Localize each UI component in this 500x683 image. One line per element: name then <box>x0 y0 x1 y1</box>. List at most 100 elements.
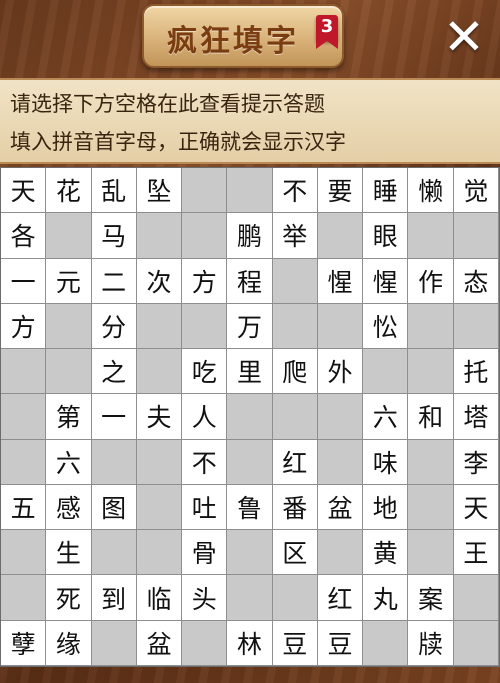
grid-blocked-cell <box>272 303 318 350</box>
grid-blocked-cell <box>1 575 47 621</box>
grid-letter-cell[interactable]: 红 <box>317 575 364 621</box>
grid-letter-cell[interactable]: 元 <box>46 258 92 304</box>
grid-letter-cell[interactable]: 和 <box>408 394 454 440</box>
grid-letter-cell[interactable]: 豆 <box>317 620 364 666</box>
grid-letter-cell[interactable]: 二 <box>91 258 137 304</box>
grid-letter-cell[interactable]: 万 <box>227 303 273 350</box>
grid-letter-cell[interactable]: 王 <box>453 530 499 576</box>
hint-instruction-select: 请选择下方空格在此查看提示答题 <box>10 92 325 116</box>
grid-letter-cell[interactable]: 一 <box>1 258 47 304</box>
grid-letter-cell[interactable]: 五 <box>1 484 47 531</box>
grid-letter-cell[interactable]: 牍 <box>408 620 454 666</box>
grid-letter-cell[interactable]: 地 <box>363 484 409 531</box>
grid-letter-cell[interactable]: 外 <box>317 349 364 395</box>
grid-letter-cell[interactable]: 鲁 <box>227 484 273 531</box>
grid-letter-cell[interactable]: 红 <box>272 439 318 485</box>
grid-letter-cell[interactable]: 不 <box>272 168 318 214</box>
grid-letter-cell[interactable]: 分 <box>91 303 137 350</box>
grid-letter-cell[interactable]: 作 <box>408 258 454 304</box>
grid-letter-cell[interactable]: 案 <box>408 575 454 621</box>
grid-letter-cell[interactable]: 一 <box>91 394 137 440</box>
grid-blocked-cell <box>453 213 499 259</box>
grid-letter-cell[interactable]: 区 <box>272 530 318 576</box>
grid-letter-cell[interactable]: 生 <box>46 530 92 576</box>
grid-letter-cell[interactable]: 天 <box>1 168 47 214</box>
grid-letter-cell[interactable]: 缘 <box>46 620 92 666</box>
grid-blocked-cell <box>408 439 454 485</box>
grid-letter-cell[interactable]: 六 <box>46 439 92 485</box>
grid-letter-cell[interactable]: 惺 <box>363 258 409 304</box>
grid-blocked-cell <box>408 213 454 259</box>
grid-blocked-cell <box>363 620 409 666</box>
grid-blocked-cell <box>46 349 92 395</box>
grid-letter-cell[interactable]: 觉 <box>453 168 499 214</box>
grid-blocked-cell <box>453 620 499 666</box>
grid-letter-cell[interactable]: 夫 <box>136 394 183 440</box>
grid-letter-cell[interactable]: 坠 <box>136 168 183 214</box>
grid-blocked-cell <box>317 439 364 485</box>
grid-blocked-cell <box>46 303 92 350</box>
grid-letter-cell[interactable]: 方 <box>1 303 47 350</box>
grid-letter-cell[interactable]: 头 <box>182 575 228 621</box>
grid-blocked-cell <box>182 213 228 259</box>
grid-letter-cell[interactable]: 各 <box>1 213 47 259</box>
grid-letter-cell[interactable]: 骨 <box>182 530 228 576</box>
grid-blocked-cell <box>182 303 228 350</box>
close-button[interactable]: ✕ <box>438 12 490 64</box>
grid-letter-cell[interactable]: 味 <box>363 439 409 485</box>
grid-letter-cell[interactable]: 豆 <box>272 620 318 666</box>
grid-letter-cell[interactable]: 塔 <box>453 394 499 440</box>
grid-letter-cell[interactable]: 李 <box>453 439 499 485</box>
grid-letter-cell[interactable]: 睡 <box>363 168 409 214</box>
grid-letter-cell[interactable]: 惺 <box>317 258 364 304</box>
grid-letter-cell[interactable]: 丸 <box>363 575 409 621</box>
grid-blocked-cell <box>1 439 47 485</box>
grid-letter-cell[interactable]: 盆 <box>317 484 364 531</box>
grid-letter-cell[interactable]: 次 <box>136 258 183 304</box>
grid-letter-cell[interactable]: 临 <box>136 575 183 621</box>
grid-letter-cell[interactable]: 第 <box>46 394 92 440</box>
grid-letter-cell[interactable]: 举 <box>272 213 318 259</box>
grid-letter-cell[interactable]: 番 <box>272 484 318 531</box>
grid-blocked-cell <box>317 213 364 259</box>
grid-letter-cell[interactable]: 图 <box>91 484 137 531</box>
title-plaque: 疯狂填字 3 <box>142 4 344 68</box>
grid-letter-cell[interactable]: 里 <box>227 349 273 395</box>
grid-blocked-cell <box>408 530 454 576</box>
grid-letter-cell[interactable]: 感 <box>46 484 92 531</box>
grid-letter-cell[interactable]: 花 <box>46 168 92 214</box>
grid-blocked-cell <box>182 620 228 666</box>
grid-letter-cell[interactable]: 爬 <box>272 349 318 395</box>
grid-letter-cell[interactable]: 盆 <box>136 620 183 666</box>
grid-blocked-cell <box>91 439 137 485</box>
grid-blocked-cell <box>136 349 183 395</box>
grid-letter-cell[interactable]: 孽 <box>1 620 47 666</box>
game-title: 疯狂填字 <box>167 24 299 59</box>
grid-letter-cell[interactable]: 天 <box>453 484 499 531</box>
header-bar: 疯狂填字 3 ✕ <box>0 0 500 78</box>
grid-letter-cell[interactable]: 马 <box>91 213 137 259</box>
grid-letter-cell[interactable]: 吃 <box>182 349 228 395</box>
grid-letter-cell[interactable]: 懒 <box>408 168 454 214</box>
grid-letter-cell[interactable]: 死 <box>46 575 92 621</box>
grid-letter-cell[interactable]: 程 <box>227 258 273 304</box>
grid-blocked-cell <box>46 213 92 259</box>
grid-blocked-cell <box>136 530 183 576</box>
grid-letter-cell[interactable]: 态 <box>453 258 499 304</box>
grid-letter-cell[interactable]: 吐 <box>182 484 228 531</box>
grid-letter-cell[interactable]: 方 <box>182 258 228 304</box>
grid-letter-cell[interactable]: 眼 <box>363 213 409 259</box>
grid-letter-cell[interactable]: 林 <box>227 620 273 666</box>
grid-letter-cell[interactable]: 之 <box>91 349 137 395</box>
grid-letter-cell[interactable]: 忪 <box>363 303 409 350</box>
grid-blocked-cell <box>136 484 183 531</box>
grid-letter-cell[interactable]: 到 <box>91 575 137 621</box>
grid-letter-cell[interactable]: 六 <box>363 394 409 440</box>
grid-letter-cell[interactable]: 托 <box>453 349 499 395</box>
grid-letter-cell[interactable]: 黄 <box>363 530 409 576</box>
grid-letter-cell[interactable]: 不 <box>182 439 228 485</box>
grid-letter-cell[interactable]: 乱 <box>91 168 137 214</box>
grid-letter-cell[interactable]: 人 <box>182 394 228 440</box>
grid-letter-cell[interactable]: 要 <box>317 168 364 214</box>
grid-letter-cell[interactable]: 鹏 <box>227 213 273 259</box>
